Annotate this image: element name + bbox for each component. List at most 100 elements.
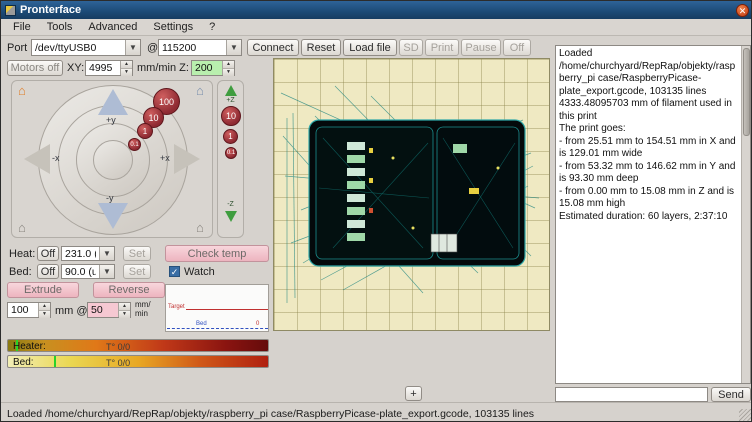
gcode-canvas[interactable] [273, 58, 550, 331]
spin-up-icon[interactable]: ▲ [223, 61, 234, 69]
xy-feed-input[interactable] [86, 61, 120, 75]
jog-x-minus-arrow[interactable] [24, 144, 50, 174]
print-button[interactable]: Print [425, 39, 459, 56]
bed-off-button[interactable]: Off [37, 264, 59, 279]
connect-button[interactable]: Connect [247, 39, 299, 56]
jog-y-plus-arrow[interactable] [98, 89, 128, 115]
port-input[interactable] [32, 40, 125, 55]
port-label: Port [7, 42, 27, 54]
heat-temp-input[interactable] [62, 247, 99, 260]
jog-y-minus-label: -y [106, 193, 114, 203]
jog-x-minus-label: -x [52, 153, 60, 163]
motors-off-button[interactable]: Motors off [7, 60, 63, 76]
z-step-1[interactable]: 1 [223, 129, 238, 144]
jog-step-1[interactable]: 1 [137, 123, 153, 139]
jog-ring-01[interactable] [93, 140, 133, 180]
baud-dropdown-icon[interactable]: ▼ [226, 40, 241, 55]
log-output[interactable]: Loaded /home/churchyard/RepRap/objekty/r… [555, 45, 751, 384]
bed-gauge-value: T° 0/0 [106, 358, 130, 368]
menubar: File Tools Advanced Settings ? [1, 19, 752, 36]
spin-down-icon[interactable]: ▼ [223, 69, 234, 76]
port-combo[interactable]: ▼ [31, 39, 141, 56]
jog-step-01[interactable]: 0.1 [128, 138, 141, 151]
reset-button[interactable]: Reset [301, 39, 341, 56]
z-plus-arrow[interactable] [225, 85, 237, 96]
xy-feed-label: XY: [67, 62, 84, 74]
jog-x-plus-label: +x [160, 153, 170, 163]
menu-file[interactable]: File [5, 20, 39, 34]
window-title: Pronterface [20, 4, 81, 16]
heat-temp-combo[interactable]: ▼ [61, 246, 115, 261]
command-input[interactable] [555, 387, 708, 402]
extrude-length-input[interactable] [8, 303, 38, 317]
z-feed-spinner[interactable]: ▲▼ [191, 60, 235, 76]
xy-feed-spinner[interactable]: ▲▼ [85, 60, 133, 76]
sd-button[interactable]: SD [399, 39, 423, 56]
graph-zero-label: 0 [256, 321, 259, 327]
log-scrollbar-thumb[interactable] [743, 48, 750, 136]
jog-y-minus-arrow[interactable] [98, 203, 128, 229]
resize-grip[interactable] [739, 409, 751, 421]
heat-set-button[interactable]: Set [123, 246, 151, 261]
baud-combo[interactable]: ▼ [158, 39, 242, 56]
watch-checkbox[interactable]: ✓ [169, 266, 180, 277]
menu-advanced[interactable]: Advanced [80, 20, 145, 34]
jog-pad: +y -y -x +x ⌂ ⌂ ⌂ ⌂ 100 10 1 0.1 [11, 80, 213, 238]
spin-up-icon[interactable]: ▲ [119, 303, 130, 311]
log-scrollbar[interactable] [741, 46, 750, 383]
extrude-speed-input[interactable] [88, 303, 118, 317]
pause-button[interactable]: Pause [461, 39, 501, 56]
at-label: @ [147, 42, 158, 54]
z-feed-label: mm/min Z: [137, 62, 189, 74]
titlebar[interactable]: Pronterface ✕ [1, 1, 752, 19]
mm-min-label: mm/ min [135, 300, 151, 318]
extrude-button[interactable]: Extrude [7, 282, 79, 298]
temp-graph: Target Bed 0 [165, 284, 269, 332]
menu-tools[interactable]: Tools [39, 20, 81, 34]
z-step-01[interactable]: 0.1 [225, 147, 237, 159]
spin-down-icon[interactable]: ▼ [121, 69, 132, 76]
port-dropdown-icon[interactable]: ▼ [125, 40, 140, 55]
menu-help[interactable]: ? [201, 20, 223, 34]
bed-dropdown-icon[interactable]: ▼ [99, 265, 114, 278]
bed-gauge-label: Bed: [13, 357, 34, 368]
z-plus-label: +Z [218, 97, 243, 104]
spin-up-icon[interactable]: ▲ [39, 303, 50, 311]
graph-bed-line [167, 328, 268, 329]
bed-temp-combo[interactable]: ▼ [61, 264, 115, 279]
home-z-icon[interactable]: ⌂ [196, 221, 204, 234]
heater-gauge: Heater: T° 0/0 [7, 339, 269, 352]
jog-x-plus-arrow[interactable] [174, 144, 200, 174]
z-minus-arrow[interactable] [225, 211, 237, 222]
home-all-icon[interactable]: ⌂ [18, 84, 26, 97]
spin-down-icon[interactable]: ▼ [119, 311, 130, 318]
bed-gauge: Bed: T° 0/0 [7, 355, 269, 368]
z-jog-column: +Z 10 1 0.1 -Z [217, 80, 244, 238]
bed-temp-input[interactable] [62, 265, 99, 278]
off-button[interactable]: Off [503, 39, 531, 56]
reverse-button[interactable]: Reverse [93, 282, 165, 298]
watch-label: Watch [184, 266, 215, 278]
z-minus-label: -Z [218, 201, 243, 208]
extrude-speed-spinner[interactable]: ▲▼ [87, 302, 131, 318]
load-file-button[interactable]: Load file [343, 39, 397, 56]
bed-set-button[interactable]: Set [123, 264, 151, 279]
send-button[interactable]: Send [711, 387, 751, 402]
heater-gauge-label: Heater: [13, 341, 46, 352]
heat-dropdown-icon[interactable]: ▼ [99, 247, 114, 260]
close-icon[interactable]: ✕ [736, 4, 749, 17]
mm-at-label: mm @ [55, 305, 88, 317]
home-x-icon[interactable]: ⌂ [18, 221, 26, 234]
menu-settings[interactable]: Settings [145, 20, 201, 34]
z-step-10[interactable]: 10 [221, 106, 241, 126]
extrude-length-spinner[interactable]: ▲▼ [7, 302, 51, 318]
spin-up-icon[interactable]: ▲ [121, 61, 132, 69]
heat-off-button[interactable]: Off [37, 246, 59, 261]
zoom-in-button[interactable]: + [405, 386, 422, 401]
spin-down-icon[interactable]: ▼ [39, 311, 50, 318]
baud-input[interactable] [159, 40, 226, 55]
z-feed-input[interactable] [192, 61, 222, 75]
app-icon [5, 5, 16, 16]
home-y-icon[interactable]: ⌂ [196, 84, 204, 97]
check-temp-button[interactable]: Check temp [165, 245, 269, 262]
